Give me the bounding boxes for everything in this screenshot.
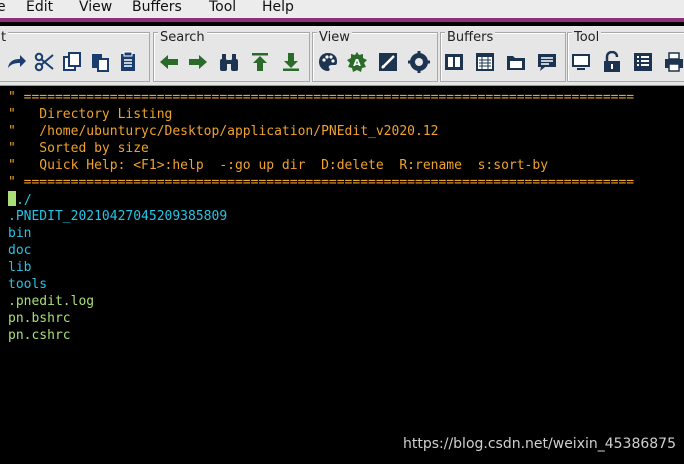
go-top-icon[interactable]	[247, 49, 273, 75]
toolbar-group-title: Tool	[572, 30, 602, 45]
print-icon[interactable]	[661, 49, 684, 75]
current-dir-entry[interactable]: ./	[8, 191, 32, 208]
header-sort: " Sorted by size	[8, 141, 149, 156]
toolbar-group-title: View	[317, 30, 352, 45]
toolbar-group-view: View A	[312, 30, 438, 82]
monitor-icon[interactable]	[568, 49, 594, 75]
cut-icon[interactable]	[31, 49, 57, 75]
watermark: https://blog.csdn.net/weixin_45386875	[402, 436, 676, 452]
header-quick-help: " Quick Help: <F1>:help -:go up dir D:de…	[8, 158, 549, 173]
editor-pane[interactable]: " ======================================…	[0, 87, 684, 464]
toolbar-group-search: Search	[153, 30, 310, 82]
menu-bar: e Edit View Buffers Tool Help	[0, 0, 684, 22]
header-separator: " ======================================…	[8, 175, 635, 190]
clipboard-icon[interactable]	[115, 49, 141, 75]
binoculars-icon[interactable]	[216, 49, 242, 75]
arrow-right-icon[interactable]	[185, 49, 211, 75]
file-entry[interactable]: pn.cshrc	[8, 327, 71, 344]
comment-icon[interactable]	[534, 49, 560, 75]
buffer-split-icon[interactable]	[441, 49, 467, 75]
toolbar-group-buffers: Buffers	[440, 30, 566, 82]
toolbar-group-tool: Tool	[567, 30, 684, 82]
dir-entry[interactable]: lib	[8, 259, 31, 276]
dir-entry[interactable]: .PNEDIT_20210427045209385809	[8, 208, 227, 225]
header-path: " /home/ubunturyc/Desktop/application/PN…	[8, 124, 439, 139]
redo-icon[interactable]	[3, 49, 29, 75]
paste-icon[interactable]	[87, 49, 113, 75]
file-entry[interactable]: .pnedit.log	[8, 293, 94, 310]
buffer-list-icon[interactable]	[472, 49, 498, 75]
palette-icon[interactable]	[315, 49, 341, 75]
toolbar-group-title: t	[0, 30, 9, 45]
list-icon[interactable]	[630, 49, 656, 75]
svg-text:A: A	[353, 58, 361, 69]
folder-open-icon[interactable]	[503, 49, 529, 75]
menu-help[interactable]: Help	[262, 0, 294, 18]
menu-view[interactable]: View	[79, 0, 112, 18]
settings-icon[interactable]	[406, 49, 432, 75]
toolbar-group-title: Buffers	[445, 30, 496, 45]
go-bottom-icon[interactable]	[278, 49, 304, 75]
toolbar-group-title: Search	[158, 30, 207, 45]
dir-entry[interactable]: doc	[8, 242, 31, 259]
toolbar-group-edit: t	[0, 30, 150, 82]
header-title: " Directory Listing	[8, 107, 173, 122]
lock-icon[interactable]	[599, 49, 625, 75]
dir-entry[interactable]: bin	[8, 225, 31, 242]
toolbar: t Search View A Buffers Tool	[0, 26, 684, 86]
current-dir-label: ./	[16, 193, 32, 208]
menu-buffers[interactable]: Buffers	[132, 0, 182, 18]
file-entry[interactable]: pn.bshrc	[8, 310, 71, 327]
menu-tool[interactable]: Tool	[209, 0, 236, 18]
text-cursor	[8, 191, 16, 206]
dir-entry[interactable]: tools	[8, 276, 47, 293]
menu-file[interactable]: e	[0, 0, 6, 18]
gear-icon[interactable]: A	[344, 49, 370, 75]
menu-edit[interactable]: Edit	[26, 0, 53, 18]
header-separator: " ======================================…	[8, 90, 635, 105]
arrow-left-icon[interactable]	[156, 49, 182, 75]
edit-image-icon[interactable]	[375, 49, 401, 75]
copy-icon[interactable]	[59, 49, 85, 75]
